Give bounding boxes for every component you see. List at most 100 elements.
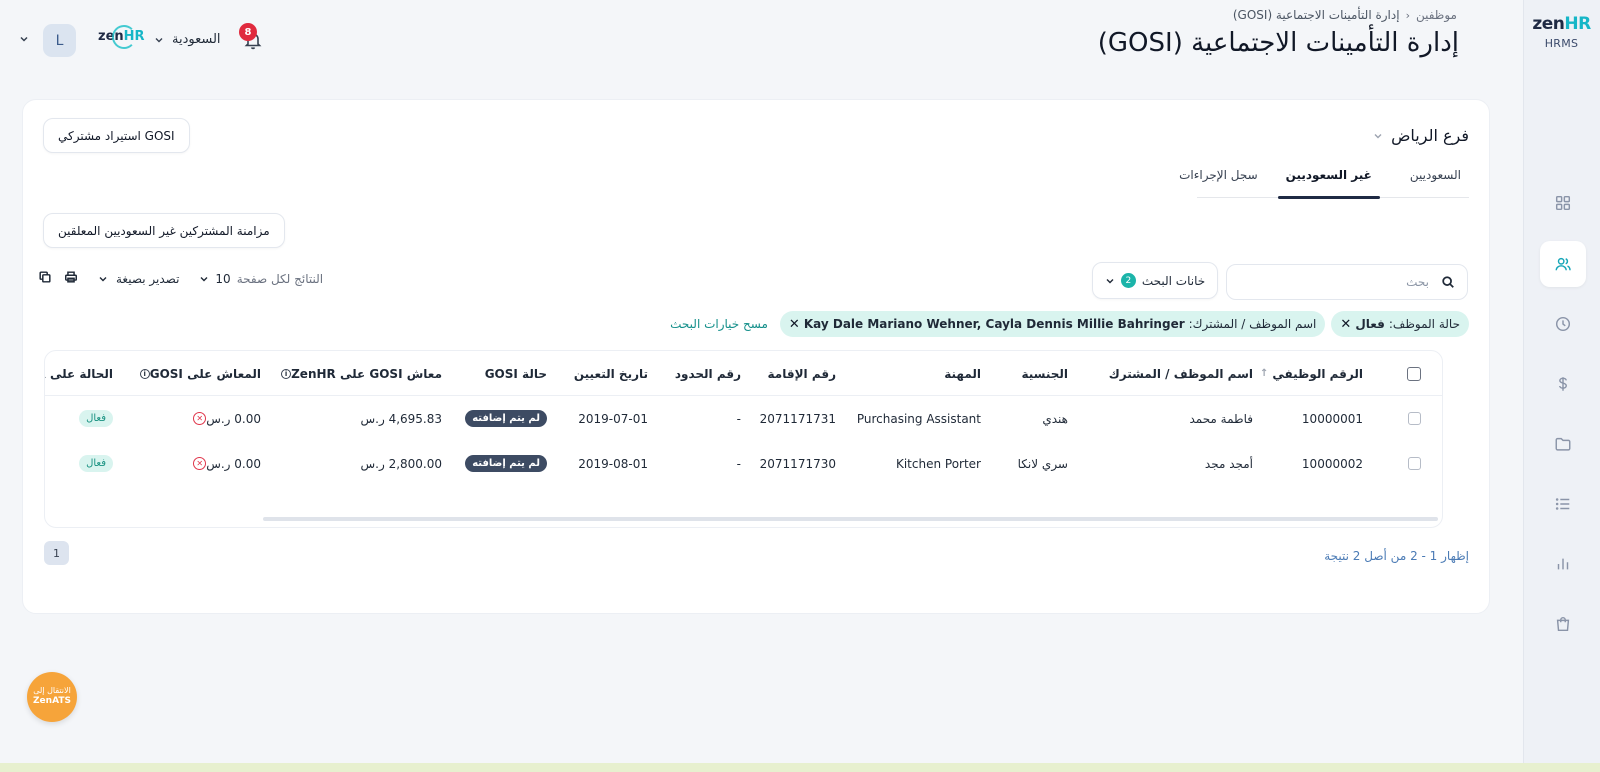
sidebar-item-store[interactable] bbox=[1540, 601, 1586, 647]
tab-non-saudis[interactable]: غير السعوديين bbox=[1277, 160, 1381, 199]
zenhr-salary: 2,800.00 ر.س bbox=[360, 456, 442, 471]
export-dropdown[interactable]: تصدير بصيغة bbox=[98, 272, 179, 286]
tab-actions-log[interactable]: سجل الإجراءات bbox=[1171, 160, 1266, 198]
gosi-salary: 0.00 ر.س bbox=[206, 456, 261, 471]
border-number: - bbox=[736, 456, 741, 471]
sidebar-item-payroll[interactable] bbox=[1540, 361, 1586, 407]
search-input[interactable] bbox=[1249, 275, 1429, 289]
sort-arrow-icon[interactable]: ↑ bbox=[1260, 368, 1268, 379]
iqama-number: 2071171730 bbox=[759, 456, 836, 471]
row-checkbox[interactable] bbox=[1408, 412, 1421, 425]
active-filters: حالة الموظف: فعال ✕ اسم الموظف / المشترك… bbox=[670, 311, 1469, 337]
sidebar-item-attendance[interactable] bbox=[1540, 301, 1586, 347]
page-title: إدارة التأمينات الاجتماعية (GOSI) bbox=[1097, 28, 1459, 58]
hire-date: 2019-08-01 bbox=[578, 456, 648, 471]
sidebar: zenHR HRMS bbox=[1523, 0, 1600, 772]
clock-icon bbox=[1555, 316, 1571, 332]
border-number: - bbox=[736, 411, 741, 426]
filter-chip-label: حالة الموظف: bbox=[1388, 317, 1460, 331]
info-icon[interactable]: i bbox=[281, 368, 292, 379]
filter-chip-employee: اسم الموظف / المشترك: Kay Dale Mariano W… bbox=[779, 311, 1326, 337]
breadcrumb-employees-link[interactable]: موظفين bbox=[1416, 8, 1457, 22]
bar-chart-icon bbox=[1557, 558, 1569, 570]
horizontal-scrollbar[interactable] bbox=[263, 517, 1438, 521]
tab-saudis[interactable]: السعوديين bbox=[1402, 160, 1469, 198]
print-icon bbox=[65, 271, 77, 283]
info-icon[interactable]: i bbox=[139, 368, 150, 379]
column-header: المعاش على GOSI bbox=[149, 366, 261, 381]
sidebar-item-reports[interactable] bbox=[1540, 541, 1586, 587]
page-button[interactable]: 1 bbox=[44, 541, 69, 565]
branch-selector[interactable]: فرع الرياض bbox=[1373, 126, 1469, 145]
country-selector[interactable]: السعودية bbox=[154, 32, 221, 47]
results-summary: إظهار 1 - 2 من أصل 2 نتيجة bbox=[1324, 549, 1469, 563]
column-header: الجنسية bbox=[1021, 366, 1068, 381]
search-icon bbox=[1442, 276, 1454, 288]
sidebar-item-dashboard[interactable] bbox=[1540, 180, 1586, 226]
chevron-down-icon bbox=[200, 276, 208, 281]
copy-icon bbox=[39, 271, 51, 283]
filter-chip-value: Kay Dale Mariano Wehner, Cayla Dennis Mi… bbox=[803, 317, 1185, 331]
tabs: السعوديين غير السعوديين سجل الإجراءات bbox=[1179, 160, 1469, 199]
profession: Kitchen Porter bbox=[895, 456, 981, 471]
column-header: المهنة bbox=[944, 366, 981, 381]
chevron-down-icon bbox=[1106, 278, 1114, 283]
print-button[interactable] bbox=[64, 270, 78, 287]
employee-number: 10000002 bbox=[1301, 456, 1363, 471]
zenhr-logo[interactable]: zenHR HRMS bbox=[1523, 14, 1600, 50]
grid-icon bbox=[1555, 195, 1571, 211]
chevron-down-icon bbox=[99, 276, 107, 281]
zenats-switch-button[interactable]: الانتقال إلى ZenATS bbox=[27, 672, 77, 722]
sidebar-item-employees[interactable] bbox=[1540, 241, 1586, 287]
employee-name-link[interactable]: أمجد مجد bbox=[1205, 441, 1253, 486]
copy-button[interactable] bbox=[38, 270, 52, 287]
profession: Purchasing Assistant bbox=[856, 411, 981, 426]
notifications-button[interactable]: 8 bbox=[239, 23, 265, 52]
filter-chip-status: حالة الموظف: فعال ✕ bbox=[1331, 311, 1469, 337]
sync-pending-button[interactable]: مزامنة المشتركين غير السعوديين المعلقين bbox=[43, 213, 285, 248]
nationality: هندي bbox=[1042, 411, 1068, 426]
sidebar-item-documents[interactable] bbox=[1540, 421, 1586, 467]
search-fields-label: خانات البحث bbox=[1141, 273, 1206, 288]
bottom-strip bbox=[0, 763, 1600, 772]
row-checkbox[interactable] bbox=[1408, 457, 1421, 470]
branch-label: فرع الرياض bbox=[1391, 126, 1469, 145]
sidebar-item-requests[interactable] bbox=[1540, 481, 1586, 527]
close-icon[interactable]: ✕ bbox=[789, 317, 800, 332]
per-page-label: النتائج لكل صفحة bbox=[236, 271, 324, 286]
chevron-down-icon bbox=[155, 37, 163, 42]
import-gosi-button[interactable]: استيراد مشتركي GOSI bbox=[43, 118, 190, 153]
breadcrumb-current: إدارة التأمينات الاجتماعية (GOSI) bbox=[1232, 8, 1400, 22]
avatar[interactable]: L bbox=[43, 24, 76, 57]
chevron-down-icon[interactable] bbox=[18, 33, 30, 45]
select-all-checkbox[interactable] bbox=[1407, 366, 1421, 381]
column-header[interactable]: الرقم الوظيفي bbox=[1272, 367, 1363, 381]
column-header: رقم الإقامة bbox=[767, 366, 836, 381]
per-page-value: 10 bbox=[215, 271, 231, 286]
search-fields-dropdown[interactable]: خانات البحث 2 bbox=[1092, 262, 1218, 299]
gosi-status-badge: لم يتم إضافته bbox=[465, 455, 547, 472]
employees-table: الرقم الوظيفي ↑ اسم الموظف / المشترك الجن… bbox=[44, 350, 1443, 528]
country-label: السعودية bbox=[172, 32, 221, 47]
logo-text: zen bbox=[1532, 14, 1565, 34]
search-fields-count: 2 bbox=[1120, 273, 1136, 288]
gosi-status-badge: لم يتم إضافته bbox=[465, 410, 547, 427]
folder-icon bbox=[1555, 437, 1571, 451]
export-label: تصدير بصيغة bbox=[116, 271, 180, 286]
gosi-salary: 0.00 ر.س bbox=[206, 411, 261, 426]
company-logo: zenHR bbox=[98, 25, 145, 49]
employee-name-link[interactable]: فاطمة محمد bbox=[1189, 396, 1253, 441]
chevron-down-icon bbox=[1374, 133, 1382, 138]
per-page-selector[interactable]: النتائج لكل صفحة 10 bbox=[199, 272, 323, 286]
users-icon bbox=[1555, 257, 1571, 271]
error-circle-icon: ✕ bbox=[193, 457, 207, 470]
clear-filters-link[interactable]: مسح خيارات البحث bbox=[670, 317, 768, 331]
chevron-left-icon: ‹ bbox=[1405, 8, 1410, 22]
bag-icon bbox=[1556, 617, 1570, 632]
error-circle-icon: ✕ bbox=[193, 412, 207, 425]
logo-text-hr: HR bbox=[1564, 14, 1591, 34]
filter-chip-label: اسم الموظف / المشترك: bbox=[1188, 317, 1317, 331]
close-icon[interactable]: ✕ bbox=[1340, 317, 1351, 332]
table-toolbar: النتائج لكل صفحة 10 تصدير بصيغة bbox=[38, 270, 323, 287]
employee-number: 10000001 bbox=[1301, 411, 1363, 426]
